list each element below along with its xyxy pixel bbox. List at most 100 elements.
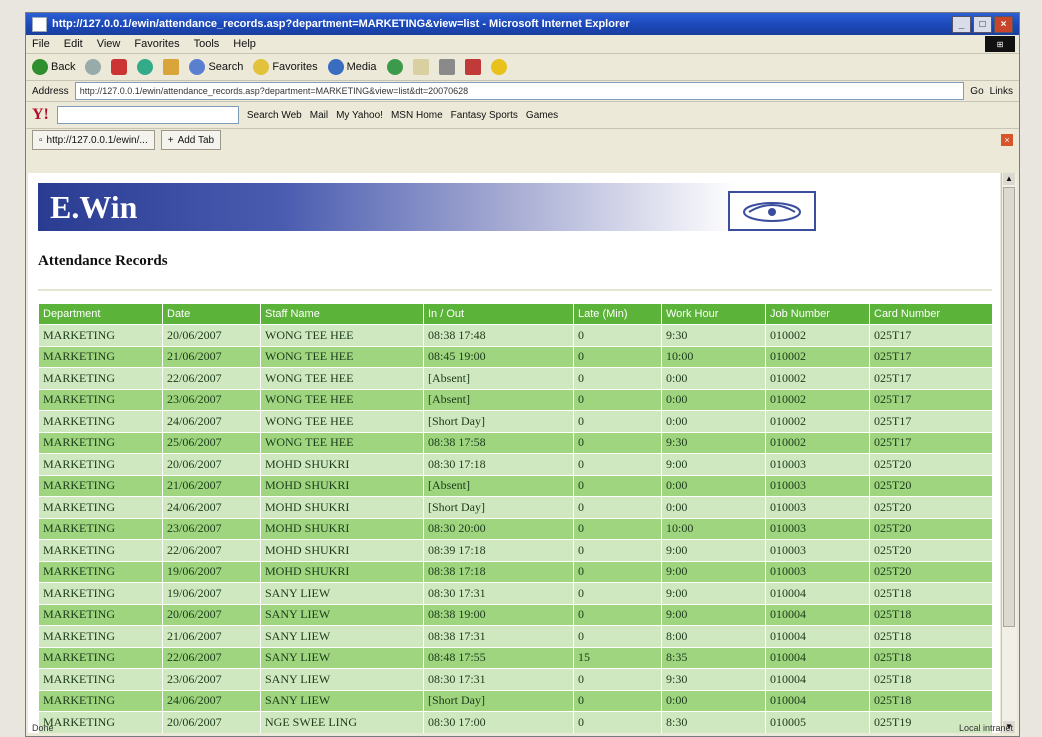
yahoo-link-fantasy-sports[interactable]: Fantasy Sports: [451, 110, 518, 121]
table-row[interactable]: MARKETING 25/06/2007 WONG TEE HEE 08:38 17:…: [38, 431, 993, 454]
table-cell: 025T17: [869, 324, 993, 347]
yahoo-toolbar: Y! Search Web Mail My Yahoo! MSN Home Fa…: [26, 102, 1019, 129]
table-cell: 0: [573, 453, 662, 476]
table-row[interactable]: MARKETING 22/06/2007 MOHD SHUKRI 08:39 17:1…: [38, 539, 993, 562]
forward-button[interactable]: [85, 59, 102, 75]
menu-edit[interactable]: Edit: [64, 38, 83, 50]
maximize-button[interactable]: □: [973, 15, 992, 33]
menu-favorites[interactable]: Favorites: [134, 38, 179, 50]
table-row[interactable]: MARKETING 23/06/2007 WONG TEE HEE [Absent] 0…: [38, 388, 993, 411]
table-cell: 9:00: [661, 560, 766, 583]
table-cell: 23/06/2007: [162, 668, 261, 691]
table-cell: [Short Day]: [423, 496, 574, 519]
yahoo-link-games[interactable]: Games: [526, 110, 558, 121]
mail-button[interactable]: [412, 59, 429, 75]
table-cell: SANY LIEW: [260, 646, 424, 669]
table-row[interactable]: MARKETING 20/06/2007 WONG TEE HEE 08:38 17:…: [38, 324, 993, 347]
links-button[interactable]: Links: [990, 86, 1013, 97]
table-row[interactable]: MARKETING 20/06/2007 SANY LIEW 08:38 19:00 0…: [38, 603, 993, 626]
table-cell: 025T17: [869, 345, 993, 368]
table-cell: 025T17: [869, 388, 993, 411]
address-input[interactable]: http://127.0.0.1/ewin/attendance_records…: [74, 82, 965, 100]
table-cell: 010004: [765, 668, 870, 691]
table-row[interactable]: MARKETING 24/06/2007 WONG TEE HEE [Short Da…: [38, 410, 993, 433]
media-button[interactable]: Media: [327, 59, 377, 75]
attendance-table: Department Date Staff Name In / Out Late…: [38, 303, 993, 733]
edit-button[interactable]: [464, 59, 481, 75]
close-button[interactable]: ×: [994, 15, 1013, 33]
scroll-thumb[interactable]: [1003, 187, 1015, 627]
menu-file[interactable]: File: [32, 38, 50, 50]
yahoo-search-input[interactable]: [56, 106, 239, 124]
table-row[interactable]: MARKETING 19/06/2007 MOHD SHUKRI 08:38 17:1…: [38, 560, 993, 583]
table-cell: 010002: [765, 345, 870, 368]
table-cell: 20/06/2007: [162, 603, 261, 626]
table-cell: 025T20: [869, 517, 993, 540]
column-header[interactable]: Card Number: [869, 303, 993, 325]
print-button[interactable]: [438, 59, 455, 75]
table-cell: SANY LIEW: [260, 689, 424, 712]
table-row[interactable]: MARKETING 19/06/2007 SANY LIEW 08:30 17:31 0…: [38, 582, 993, 605]
stop-button[interactable]: [111, 59, 128, 75]
table-cell: MARKETING: [38, 603, 163, 626]
table-cell: 24/06/2007: [162, 496, 261, 519]
page-title: Attendance Records: [38, 253, 168, 269]
table-row[interactable]: MARKETING 21/06/2007 SANY LIEW 08:38 17:31 0…: [38, 625, 993, 648]
table-cell: 23/06/2007: [162, 388, 261, 411]
yahoo-logo-icon[interactable]: Y!: [32, 106, 49, 124]
table-row[interactable]: MARKETING 24/06/2007 MOHD SHUKRI [Short Day…: [38, 496, 993, 519]
tab-active[interactable]: ▫ http://127.0.0.1/ewin/...: [32, 130, 155, 150]
search-web-button[interactable]: Search Web: [247, 110, 302, 121]
yahoo-link-msn-home[interactable]: MSN Home: [391, 110, 443, 121]
favorites-button[interactable]: Favorites: [253, 59, 318, 75]
column-header[interactable]: Late (Min): [573, 303, 662, 325]
table-cell: 08:38 17:48: [423, 324, 574, 347]
table-row[interactable]: MARKETING 21/06/2007 WONG TEE HEE 08:45 19:…: [38, 345, 993, 368]
table-row[interactable]: MARKETING 24/06/2007 SANY LIEW [Short Day] 0…: [38, 689, 993, 712]
go-button[interactable]: Go: [970, 86, 983, 97]
close-tab-icon[interactable]: ×: [1001, 134, 1013, 146]
page-content: E.Win Attendance Records Department Date…: [28, 173, 1000, 733]
table-cell: 025T20: [869, 453, 993, 476]
yahoo-link-my-yahoo[interactable]: My Yahoo!: [336, 110, 383, 121]
table-cell: MARKETING: [38, 474, 163, 497]
column-header[interactable]: Staff Name: [260, 303, 424, 325]
table-cell: 010003: [765, 560, 870, 583]
table-cell: 08:30 17:18: [423, 453, 574, 476]
scroll-up-icon[interactable]: ▲: [1003, 173, 1015, 185]
menu-tools[interactable]: Tools: [194, 38, 220, 50]
yahoo-link-mail[interactable]: Mail: [310, 110, 328, 121]
back-button[interactable]: Back: [32, 59, 75, 75]
column-header[interactable]: Department: [38, 303, 163, 325]
history-button[interactable]: [386, 59, 403, 75]
table-row[interactable]: MARKETING 23/06/2007 MOHD SHUKRI 08:30 20:0…: [38, 517, 993, 540]
home-button[interactable]: [163, 59, 180, 75]
table-cell: MARKETING: [38, 646, 163, 669]
search-button[interactable]: Search: [189, 59, 243, 75]
add-tab-button[interactable]: + Add Tab: [160, 130, 222, 150]
column-header[interactable]: In / Out: [423, 303, 574, 325]
table-row[interactable]: MARKETING 20/06/2007 MOHD SHUKRI 08:30 17:1…: [38, 453, 993, 476]
menu-help[interactable]: Help: [233, 38, 256, 50]
table-row[interactable]: MARKETING 22/06/2007 SANY LIEW 08:48 17:55 1…: [38, 646, 993, 669]
table-cell: 025T18: [869, 646, 993, 669]
column-header[interactable]: Date: [162, 303, 261, 325]
minimize-button[interactable]: _: [952, 15, 971, 33]
table-row[interactable]: MARKETING 22/06/2007 WONG TEE HEE [Absent] 0…: [38, 367, 993, 390]
table-cell: MOHD SHUKRI: [260, 560, 424, 583]
column-header[interactable]: Work Hour: [661, 303, 766, 325]
table-cell: MOHD SHUKRI: [260, 453, 424, 476]
menu-view[interactable]: View: [97, 38, 121, 50]
table-cell: 08:30 20:00: [423, 517, 574, 540]
table-row[interactable]: MARKETING 23/06/2007 SANY LIEW 08:30 17:31 0…: [38, 668, 993, 691]
table-cell: MARKETING: [38, 517, 163, 540]
column-header[interactable]: Job Number: [765, 303, 870, 325]
table-row[interactable]: MARKETING 21/06/2007 MOHD SHUKRI [Absent] 0 0…: [38, 474, 993, 497]
table-cell: 010002: [765, 410, 870, 433]
refresh-button[interactable]: [137, 59, 154, 75]
table-cell: 025T18: [869, 582, 993, 605]
vertical-scrollbar[interactable]: ▲ ▼: [1001, 173, 1017, 733]
table-cell: 22/06/2007: [162, 646, 261, 669]
table-cell: MARKETING: [38, 560, 163, 583]
messenger-button[interactable]: [490, 59, 507, 75]
